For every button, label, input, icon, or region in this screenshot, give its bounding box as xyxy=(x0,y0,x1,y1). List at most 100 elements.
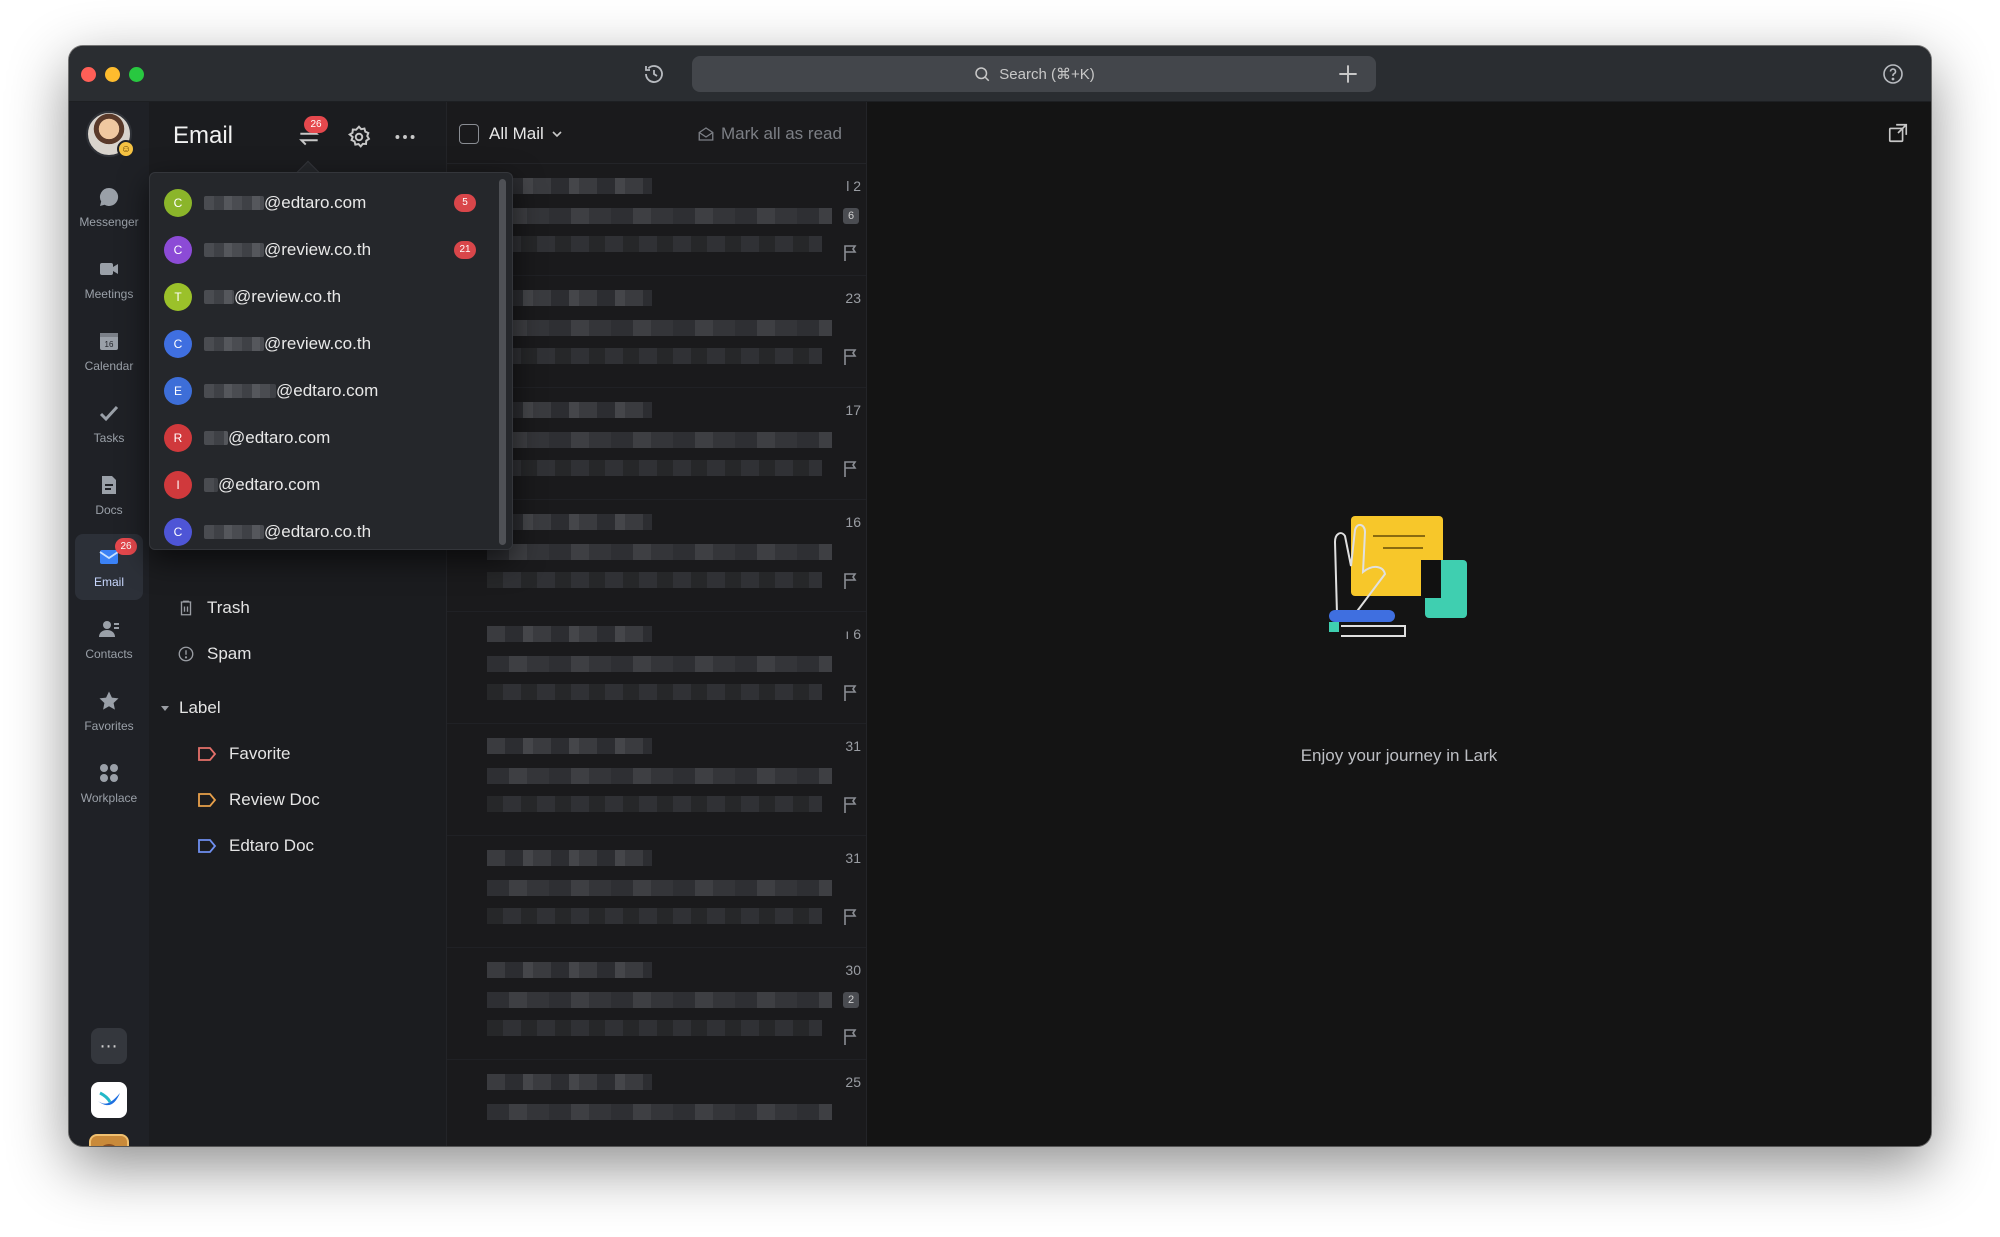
redacted-sender xyxy=(487,626,652,642)
nav-item-contacts[interactable]: Contacts xyxy=(75,606,143,672)
message-date: ı 6 xyxy=(845,626,861,642)
pinned-app-icon[interactable] xyxy=(91,1082,127,1118)
flag-icon[interactable] xyxy=(843,684,859,702)
redacted-subject xyxy=(487,320,832,336)
account-item[interactable]: T @review.co.th xyxy=(150,273,498,320)
label-review-doc[interactable]: Review Doc xyxy=(197,790,320,810)
account-domain: @edtaro.com xyxy=(228,427,331,447)
folder-trash[interactable]: Trash xyxy=(177,598,250,618)
redacted-username xyxy=(204,477,218,492)
account-avatar: T xyxy=(164,282,192,311)
open-in-window-icon[interactable] xyxy=(1887,122,1909,144)
nav-item-label: Email xyxy=(93,575,124,589)
label-section-toggle[interactable]: Label xyxy=(159,698,221,718)
account-domain: @edtaro.com xyxy=(276,380,379,400)
list-item[interactable]: 31 xyxy=(447,724,866,836)
account-item[interactable]: C @edtaro.co.th xyxy=(150,508,498,549)
nav-item-messenger[interactable]: Messenger xyxy=(75,174,143,240)
flag-icon[interactable] xyxy=(843,796,859,814)
pinned-app-avatar[interactable] xyxy=(89,1134,129,1146)
nav-item-tasks[interactable]: Tasks xyxy=(75,390,143,456)
redacted-sender xyxy=(487,738,652,754)
nav-item-calendar[interactable]: 16 Calendar xyxy=(75,318,143,384)
trash-icon xyxy=(180,600,192,616)
nav-item-label: Workplace xyxy=(80,791,138,805)
account-avatar: C xyxy=(164,517,192,546)
account-item[interactable]: I @edtaro.com xyxy=(150,461,498,508)
empty-state-message: Enjoy your journey in Lark xyxy=(1300,746,1498,765)
redacted-username xyxy=(204,383,276,398)
flag-icon[interactable] xyxy=(843,460,859,478)
redacted-sender xyxy=(487,1074,652,1090)
plus-icon[interactable] xyxy=(1335,61,1361,87)
message-date: 31 xyxy=(845,738,861,754)
reading-pane: Enjoy your journey in Lark xyxy=(867,102,1931,1146)
chat-bubble-icon xyxy=(99,187,119,206)
account-item[interactable]: C @review.co.th xyxy=(150,320,498,367)
account-item[interactable]: C @review.co.th 21 xyxy=(150,226,498,273)
label-edtaro-doc[interactable]: Edtaro Doc xyxy=(197,836,314,856)
label-favorite[interactable]: Favorite xyxy=(197,744,290,764)
nav-item-label: Tasks xyxy=(93,431,125,445)
label-text: Review Doc xyxy=(229,790,320,809)
redacted-preview xyxy=(487,572,822,588)
redacted-username xyxy=(204,524,264,539)
flag-icon[interactable] xyxy=(843,1028,859,1046)
video-camera-icon xyxy=(100,263,118,275)
account-domain: @edtaro.co.th xyxy=(264,521,372,541)
flag-icon[interactable] xyxy=(843,572,859,590)
select-all-checkbox[interactable] xyxy=(459,124,479,144)
account-avatar: C xyxy=(164,329,192,358)
calendar-icon: 16 xyxy=(100,333,118,350)
nav-item-workplace[interactable]: Workplace xyxy=(75,750,143,816)
message-date: 30 xyxy=(845,962,861,978)
redacted-subject xyxy=(487,432,832,448)
checkmark-icon xyxy=(99,405,119,422)
account-item[interactable]: R @edtaro.com xyxy=(150,414,498,461)
redacted-subject xyxy=(487,768,832,784)
unread-badge: 26 xyxy=(115,538,137,555)
nav-item-email[interactable]: Email 26 xyxy=(75,534,143,600)
nav-item-label: Docs xyxy=(95,503,123,517)
label-text: Edtaro Doc xyxy=(229,836,315,855)
zoom-window-button[interactable] xyxy=(129,67,144,82)
close-window-button[interactable] xyxy=(81,67,96,82)
nav-item-meetings[interactable]: Meetings xyxy=(75,246,143,312)
list-item[interactable]: ı 6 xyxy=(447,612,866,724)
help-icon[interactable] xyxy=(1881,62,1905,86)
nav-item-favorites[interactable]: Favorites xyxy=(75,678,143,744)
document-icon xyxy=(102,476,116,494)
account-unread-count: 5 xyxy=(454,193,476,212)
settings-gear-icon[interactable] xyxy=(346,124,372,150)
message-date: l 2 xyxy=(846,178,861,194)
message-date: 16 xyxy=(845,514,861,530)
tag-icon xyxy=(198,839,217,853)
account-unread-badge: 26 xyxy=(304,116,328,133)
flag-icon[interactable] xyxy=(843,244,859,262)
redacted-preview xyxy=(487,796,822,812)
account-item[interactable]: E @edtaro.com xyxy=(150,367,498,414)
mark-all-read-button[interactable]: Mark all as read xyxy=(697,124,842,144)
folder-spam[interactable]: Spam xyxy=(177,644,251,664)
caret-down-icon xyxy=(161,706,169,711)
more-options-icon[interactable] xyxy=(392,124,418,150)
nav-item-label: Meetings xyxy=(84,287,134,301)
list-item[interactable]: 30 2 xyxy=(447,948,866,1060)
search-bar[interactable]: Search (⌘+K) xyxy=(692,56,1376,92)
mail-filter-dropdown[interactable]: All Mail xyxy=(489,124,564,144)
account-item[interactable]: C @edtaro.com 5 xyxy=(150,179,498,226)
history-icon[interactable] xyxy=(642,62,666,86)
flag-icon[interactable] xyxy=(843,348,859,366)
thread-count-badge: 2 xyxy=(843,992,859,1008)
nav-item-label: Messenger xyxy=(79,215,139,229)
minimize-window-button[interactable] xyxy=(105,67,120,82)
redacted-subject xyxy=(487,992,832,1008)
nav-item-docs[interactable]: Docs xyxy=(75,462,143,528)
list-item[interactable]: 25 xyxy=(447,1060,866,1146)
label-text: Favorite xyxy=(229,744,291,763)
dropdown-scrollbar[interactable] xyxy=(499,179,506,545)
list-item[interactable]: 31 xyxy=(447,836,866,948)
message-date: 25 xyxy=(845,1074,861,1090)
flag-icon[interactable] xyxy=(843,908,859,926)
more-apps-button[interactable]: ⋯ xyxy=(91,1028,127,1064)
